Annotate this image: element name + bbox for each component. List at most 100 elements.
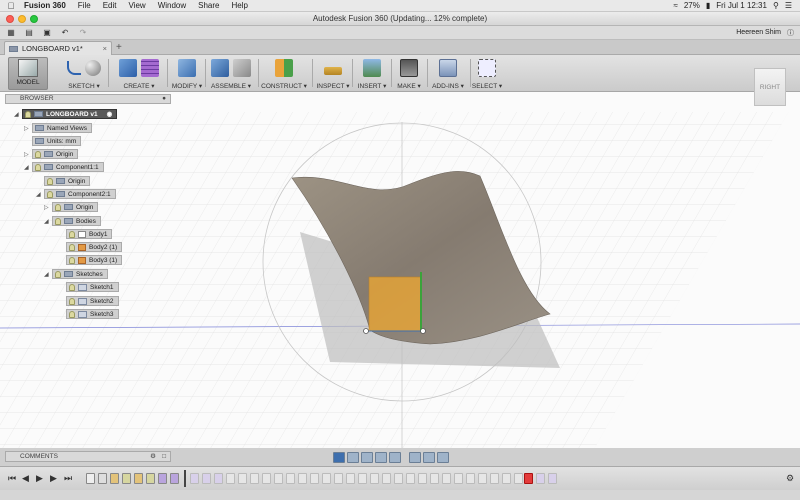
insert-image-icon[interactable]: [363, 59, 381, 77]
wifi-icon[interactable]: ≈: [673, 1, 677, 10]
expand-arrow-icon[interactable]: ◢: [14, 111, 22, 118]
timeline-feature[interactable]: [430, 473, 439, 484]
tree-item-sketches[interactable]: Sketches: [52, 269, 108, 279]
visibility-bulb-icon[interactable]: [55, 270, 61, 278]
menu-app-name[interactable]: Fusion 360: [22, 1, 72, 10]
timeline-feature[interactable]: [110, 473, 119, 484]
select-icon[interactable]: [478, 59, 496, 77]
ribbon-group-create[interactable]: CREATE ▾: [115, 55, 163, 92]
tree-row-component2[interactable]: ◢ Component2:1: [36, 189, 116, 199]
visibility-bulb-icon[interactable]: [69, 243, 75, 251]
display-settings-icon[interactable]: [409, 451, 421, 463]
timeline-feature[interactable]: [310, 473, 319, 484]
timeline-feature[interactable]: [274, 473, 283, 484]
menu-file[interactable]: File: [72, 1, 97, 10]
visibility-bulb-icon[interactable]: [69, 283, 75, 291]
timeline-feature[interactable]: [146, 473, 155, 484]
help-icon[interactable]: ⓘ: [787, 28, 794, 38]
user-name[interactable]: Heereen Shim: [736, 29, 781, 36]
visibility-bulb-icon[interactable]: [69, 297, 75, 305]
tree-row-root[interactable]: ◢ LONGBOARD v1 ◉: [14, 109, 118, 119]
expand-arrow-icon[interactable]: ◢: [44, 218, 52, 225]
timeline-feature[interactable]: [478, 473, 487, 484]
visibility-bulb-icon[interactable]: [69, 256, 75, 264]
zoom-icon[interactable]: [375, 451, 387, 463]
timeline-feature[interactable]: [490, 473, 499, 484]
timeline-feature[interactable]: [514, 473, 523, 484]
ribbon-group-assemble[interactable]: ASSEMBLE ▾: [208, 55, 254, 92]
sketch-line-icon[interactable]: [67, 61, 81, 75]
timeline-feature[interactable]: [502, 473, 511, 484]
sketch-circle-icon[interactable]: [85, 60, 101, 76]
timeline-feature[interactable]: [238, 473, 247, 484]
fit-icon[interactable]: [389, 451, 401, 463]
active-radio-icon[interactable]: ◉: [107, 110, 113, 118]
tree-item-component2-origin[interactable]: Origin: [52, 202, 99, 212]
orbit-icon[interactable]: [333, 451, 345, 463]
timeline-feature[interactable]: [466, 473, 475, 484]
timeline-end-icon[interactable]: ⏭: [64, 473, 72, 484]
tree-item-body2[interactable]: Body2 (1): [66, 242, 123, 252]
tree-item-named-views[interactable]: Named Views: [32, 123, 92, 133]
timeline-forward-icon[interactable]: ▶: [50, 473, 57, 484]
close-window-button[interactable]: [6, 15, 14, 23]
visibility-bulb-icon[interactable]: [47, 177, 53, 185]
menu-edit[interactable]: Edit: [97, 1, 123, 10]
timeline-feature[interactable]: [418, 473, 427, 484]
comments-panel-header[interactable]: COMMENTS ⚙ □: [5, 451, 171, 462]
timeline-feature[interactable]: [454, 473, 463, 484]
tree-row-units[interactable]: Units: mm: [24, 136, 82, 146]
close-tab-icon[interactable]: ×: [103, 44, 111, 53]
visibility-bulb-icon[interactable]: [35, 150, 41, 158]
timeline-feature[interactable]: [170, 473, 179, 484]
ribbon-group-sketch[interactable]: SKETCH ▾: [64, 55, 104, 92]
tree-row-body2[interactable]: Body2 (1): [58, 242, 123, 252]
visibility-bulb-icon[interactable]: [69, 230, 75, 238]
ribbon-group-make[interactable]: MAKE ▾: [394, 55, 424, 92]
tree-row-component2-origin[interactable]: ▷ Origin: [44, 202, 99, 212]
timeline-feature[interactable]: [122, 473, 131, 484]
timeline-feature[interactable]: [394, 473, 403, 484]
timeline-feature[interactable]: [86, 473, 95, 484]
new-tab-icon[interactable]: +: [116, 42, 122, 53]
timeline-feature[interactable]: [98, 473, 107, 484]
tree-item-component1-origin[interactable]: Origin: [44, 176, 91, 186]
timeline-feature[interactable]: [334, 473, 343, 484]
apple-icon[interactable]: : [0, 1, 22, 11]
viewports-icon[interactable]: [437, 451, 449, 463]
timeline-feature[interactable]: [322, 473, 331, 484]
tree-row-origin[interactable]: ▷ Origin: [24, 149, 79, 159]
timeline-feature[interactable]: [548, 473, 557, 484]
visibility-bulb-icon[interactable]: [35, 163, 41, 171]
search-icon[interactable]: ⚲: [773, 1, 779, 10]
timeline-play-icon[interactable]: ▶: [36, 473, 43, 484]
timeline-marker[interactable]: [184, 470, 186, 487]
press-pull-icon[interactable]: [178, 59, 196, 77]
timeline-feature[interactable]: [202, 473, 211, 484]
tree-item-component1[interactable]: Component1:1: [32, 162, 104, 172]
grid-settings-icon[interactable]: [423, 451, 435, 463]
browser-panel-header[interactable]: BROWSER ●: [5, 94, 171, 104]
visibility-bulb-icon[interactable]: [69, 310, 75, 318]
look-at-icon[interactable]: [347, 451, 359, 463]
save-icon[interactable]: ▣: [40, 27, 54, 39]
menu-share[interactable]: Share: [192, 1, 225, 10]
manipulator-handle[interactable]: [420, 328, 426, 334]
measure-icon[interactable]: [324, 67, 342, 75]
timeline-feature[interactable]: [346, 473, 355, 484]
ribbon-group-construct[interactable]: CONSTRUCT ▾: [261, 55, 307, 92]
offset-plane-icon[interactable]: [275, 59, 293, 77]
timeline-feature[interactable]: [536, 473, 545, 484]
tree-item-root[interactable]: LONGBOARD v1 ◉: [22, 109, 118, 119]
timeline-feature[interactable]: [214, 473, 223, 484]
tree-row-sketch3[interactable]: Sketch3: [58, 309, 119, 319]
tree-row-component1-origin[interactable]: Origin: [36, 176, 91, 186]
tree-row-named-views[interactable]: ▷ Named Views: [24, 123, 92, 133]
visibility-bulb-icon[interactable]: [55, 203, 61, 211]
tree-item-bodies[interactable]: Bodies: [52, 216, 101, 226]
form-grid-icon[interactable]: [141, 59, 159, 77]
tree-item-component2[interactable]: Component2:1: [44, 189, 116, 199]
battery-percent[interactable]: 27%: [684, 1, 700, 10]
timeline-feature[interactable]: [262, 473, 271, 484]
timeline-feature[interactable]: [158, 473, 167, 484]
